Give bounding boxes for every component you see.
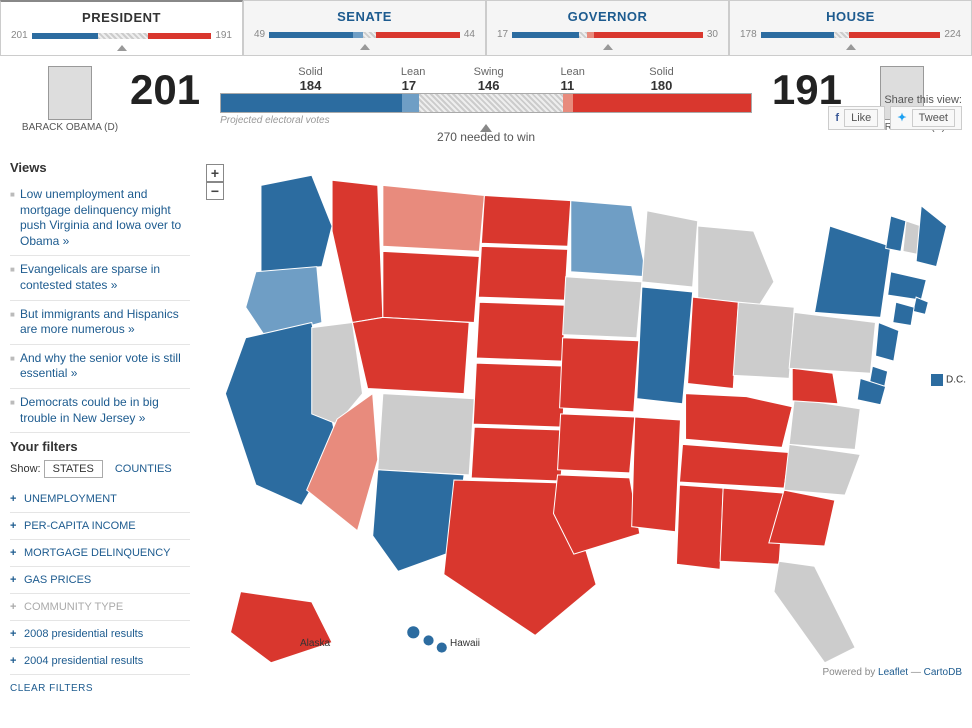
filter-item[interactable]: UNEMPLOYMENT — [10, 486, 190, 513]
filter-item: COMMUNITY TYPE — [10, 594, 190, 621]
show-states-button[interactable]: STATES — [44, 460, 103, 478]
electoral-bar — [220, 93, 752, 113]
sidebar: Views Low unemployment and mortgage deli… — [0, 154, 200, 694]
filters-heading: Your filters — [10, 439, 190, 454]
cartodb-link[interactable]: CartoDB — [924, 667, 962, 678]
clear-filters-link[interactable]: CLEAR FILTERS — [10, 683, 93, 694]
marker-icon — [117, 45, 127, 51]
tab-house[interactable]: HOUSE 178224 — [729, 0, 972, 55]
tab-governor[interactable]: GOVERNOR 1730 — [486, 0, 729, 55]
marker-icon — [360, 44, 370, 50]
halfway-marker-icon — [480, 114, 492, 132]
view-link[interactable]: But immigrants and Hispanics are more nu… — [10, 301, 190, 345]
filter-item[interactable]: PER-CAPITA INCOME — [10, 513, 190, 540]
filter-item[interactable]: MORTGAGE DELINQUENCY — [10, 540, 190, 567]
dc-legend: D.C. — [931, 374, 966, 386]
view-link[interactable]: Low unemployment and mortgage delinquenc… — [10, 181, 190, 256]
show-counties-button[interactable]: COUNTIES — [106, 460, 181, 478]
us-map[interactable]: Share this view: f Like ✦ Tweet + − — [200, 154, 972, 684]
filter-item[interactable]: GAS PRICES — [10, 567, 190, 594]
view-link[interactable]: Democrats could be in big trouble in New… — [10, 389, 190, 433]
map-svg[interactable] — [200, 154, 972, 684]
left-total: 201 — [120, 66, 210, 114]
view-link[interactable]: And why the senior vote is still essenti… — [10, 345, 190, 389]
tab-senate[interactable]: SENATE 4944 — [243, 0, 486, 55]
tab-president[interactable]: PRESIDENT 201191 — [0, 0, 243, 55]
marker-icon — [603, 44, 613, 50]
avatar — [48, 66, 92, 120]
facebook-like-button[interactable]: f Like — [828, 106, 885, 130]
map-attribution: Powered by Leaflet — CartoDB — [818, 665, 966, 680]
filter-item[interactable]: 2008 presidential results — [10, 621, 190, 648]
marker-icon — [846, 44, 856, 50]
share-block: Share this view: f Like ✦ Tweet — [826, 94, 962, 130]
tweet-button[interactable]: ✦ Tweet — [890, 106, 962, 130]
zoom-out-button[interactable]: − — [206, 182, 224, 200]
view-link[interactable]: Evangelicals are sparse in contested sta… — [10, 256, 190, 300]
zoom-controls: + − — [206, 164, 224, 200]
leaflet-link[interactable]: Leaflet — [878, 667, 908, 678]
zoom-in-button[interactable]: + — [206, 164, 224, 182]
views-heading: Views — [10, 160, 190, 175]
candidate-left: BARACK OBAMA (D) — [20, 66, 120, 134]
filter-item[interactable]: 2004 presidential results — [10, 648, 190, 675]
race-tabs: PRESIDENT 201191 SENATE 4944 GOVERNOR 17… — [0, 0, 972, 56]
